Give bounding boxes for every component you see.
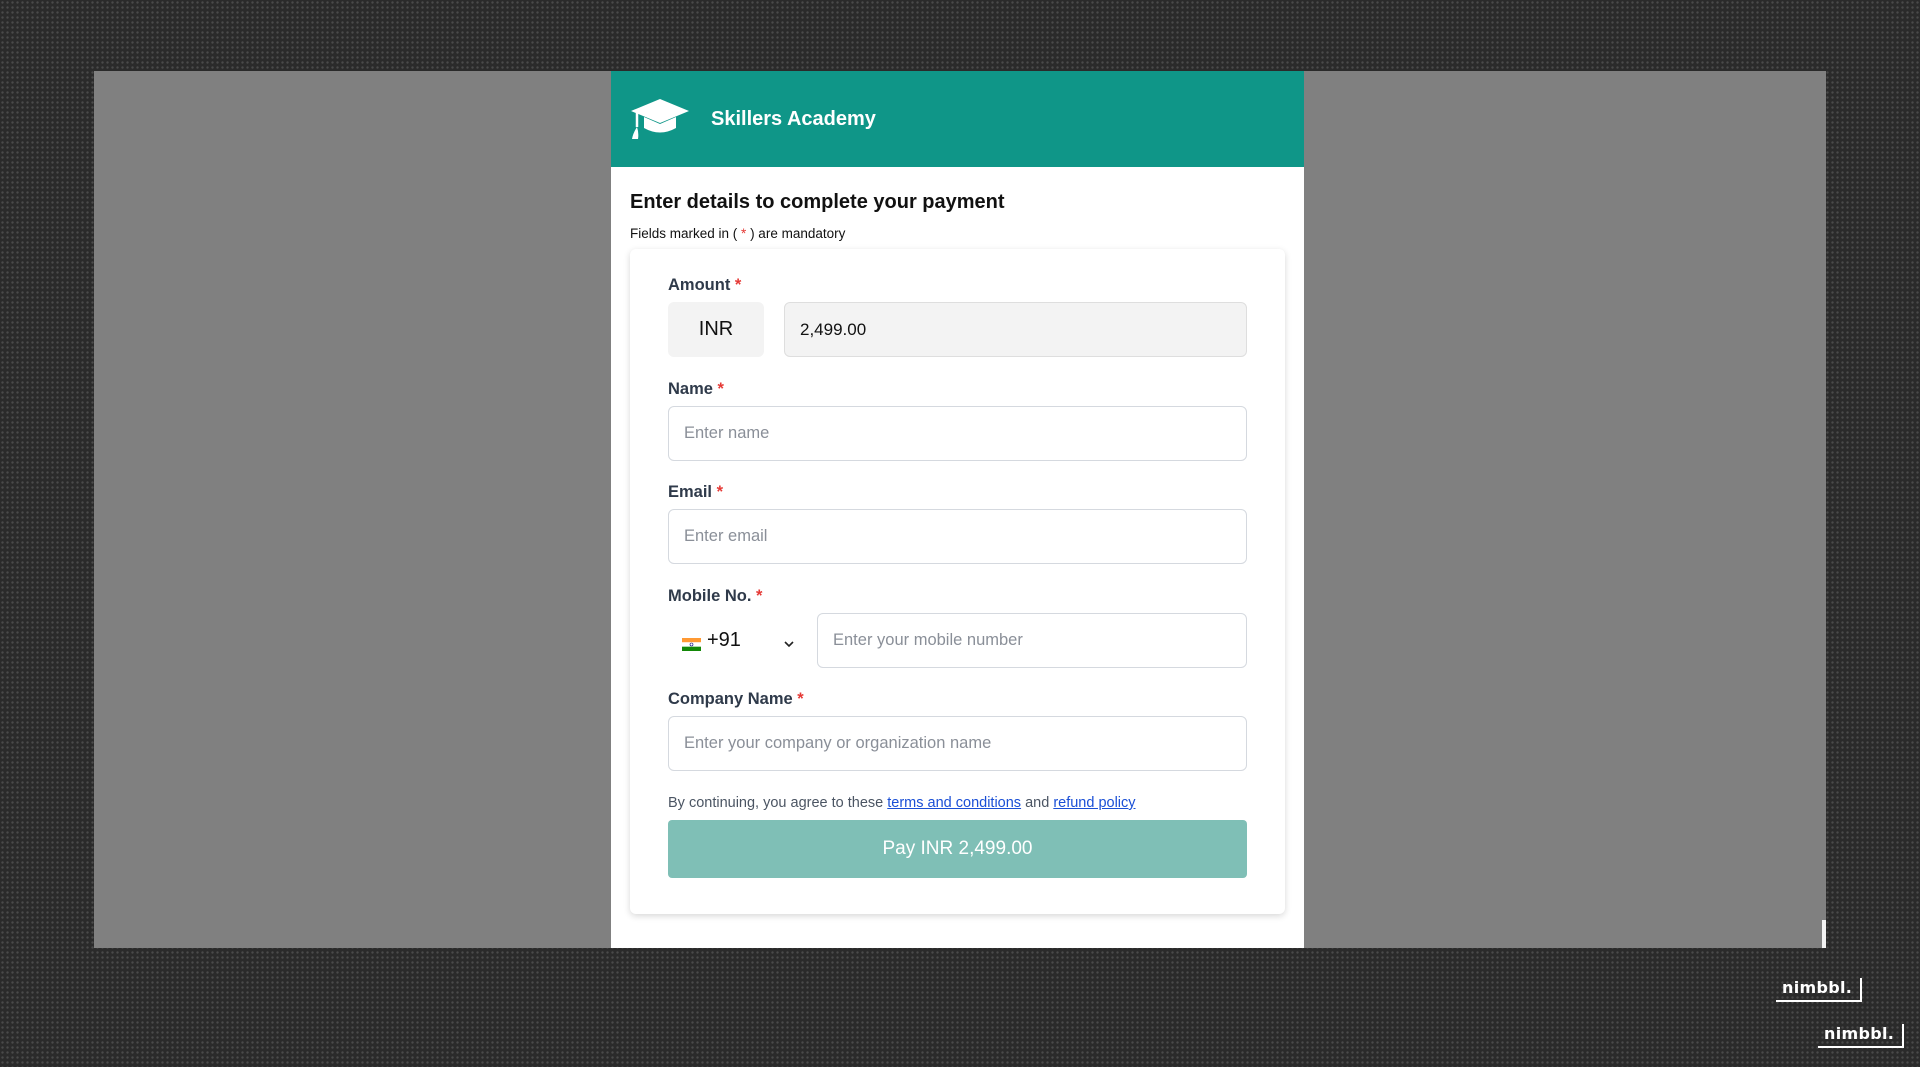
name-input[interactable] (668, 406, 1247, 461)
amount-label: Amount * (668, 276, 742, 294)
currency-code: INR (668, 302, 764, 357)
mobile-input[interactable] (817, 613, 1247, 668)
page-title: Enter details to complete your payment (630, 191, 1005, 213)
modal-header: Skillers Academy (611, 71, 1304, 167)
india-flag-icon (682, 634, 701, 651)
terms-link[interactable]: terms and conditions (887, 795, 1021, 811)
mobile-label: Mobile No. * (668, 587, 763, 605)
payment-form: Amount * INR 2,499.00 Name * Email * Mob… (630, 249, 1285, 914)
graduation-cap-icon (629, 97, 691, 141)
nimbbl-logo: nimbbl. (1818, 1024, 1905, 1048)
country-code: +91 (707, 629, 741, 651)
nimbbl-logo: nimbbl. (1776, 978, 1863, 1002)
scrollbar-thumb[interactable] (1822, 920, 1826, 948)
amount-field: 2,499.00 (784, 302, 1247, 357)
company-label: Company Name * (668, 690, 804, 708)
refund-policy-link[interactable]: refund policy (1053, 795, 1135, 811)
company-input[interactable] (668, 716, 1247, 771)
email-label: Email * (668, 483, 724, 501)
mandatory-note: Fields marked in ( * ) are mandatory (630, 226, 846, 241)
email-input[interactable] (668, 509, 1247, 564)
payment-modal: Skillers Academy Enter details to comple… (611, 71, 1304, 948)
pay-button[interactable]: Pay INR 2,499.00 (668, 820, 1247, 878)
country-code-select[interactable]: +91 (668, 613, 806, 668)
terms-text: By continuing, you agree to these terms … (668, 795, 1136, 811)
chevron-down-icon (782, 634, 796, 648)
intro-section: Enter details to complete your payment F… (611, 167, 1304, 241)
name-label: Name * (668, 380, 724, 398)
brand-name: Skillers Academy (711, 107, 876, 130)
